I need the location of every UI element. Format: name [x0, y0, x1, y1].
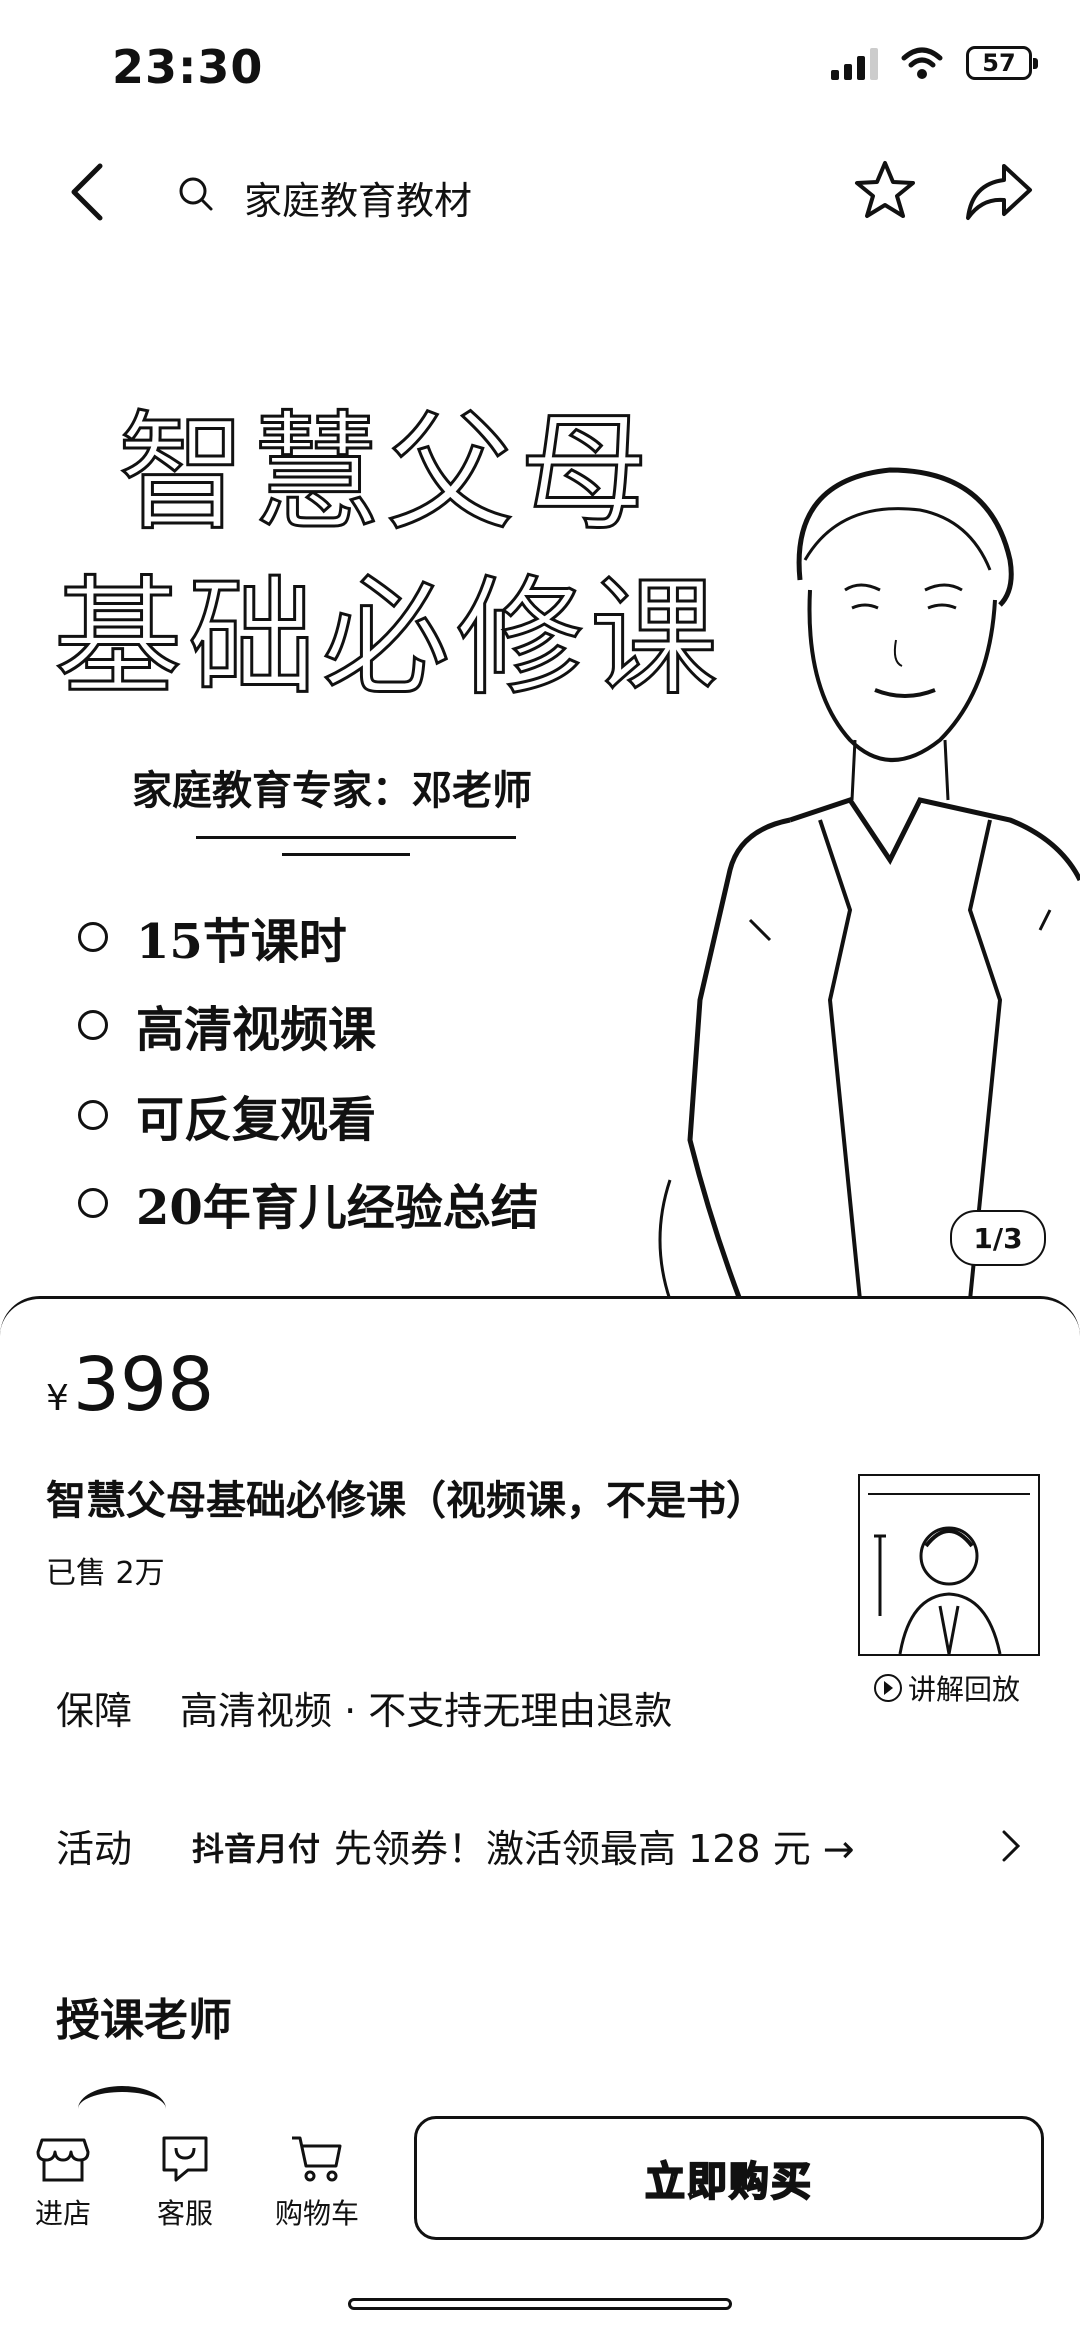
home-indicator[interactable] — [348, 2298, 732, 2310]
store-icon — [36, 2138, 90, 2182]
feature-item: 15节课时 — [78, 902, 347, 972]
back-icon[interactable] — [64, 162, 112, 222]
signal-icon — [831, 46, 878, 80]
buy-now-button[interactable]: 立即购买 — [414, 2116, 1044, 2240]
hero-banner[interactable]: 智慧父母 基础必修课 家庭教育专家：邓老师 15节课时 高清视频课 可反复观看 … — [0, 290, 1080, 1300]
tab-cart[interactable]: 购物车 — [262, 2134, 372, 2232]
image-pager: 1/3 — [950, 1210, 1046, 1266]
bullet-icon — [78, 1188, 108, 1218]
play-circle-icon — [874, 1674, 902, 1702]
wifi-icon — [901, 47, 943, 79]
cart-icon — [292, 2136, 342, 2182]
tab-service[interactable]: 客服 — [130, 2134, 240, 2232]
replay-thumbnail[interactable] — [858, 1474, 1040, 1656]
sold-count: 已售 2万 — [46, 1556, 165, 1591]
thumbnail-image — [868, 1493, 1030, 1654]
bullet-icon — [78, 922, 108, 952]
status-icons: 57 — [831, 46, 1038, 80]
bullet-icon — [78, 1100, 108, 1130]
pay-brand[interactable]: 抖音月付 — [192, 1824, 320, 1870]
price: ¥398 — [46, 1342, 215, 1428]
status-time: 23:30 — [112, 40, 264, 94]
chevron-right-icon[interactable] — [998, 1826, 1024, 1866]
expert-subtitle: 家庭教育专家：邓老师 — [132, 768, 532, 814]
search-input[interactable]: 家庭教育教材 — [244, 170, 472, 225]
battery-icon: 57 — [966, 46, 1038, 80]
activity-promo[interactable]: 先领券！激活领最高 128 元 → — [334, 1818, 855, 1873]
feature-item: 可反复观看 — [78, 1080, 376, 1150]
tab-store[interactable]: 进店 — [8, 2134, 118, 2232]
guarantee-label: 保障 — [56, 1689, 133, 1733]
divider — [282, 853, 410, 856]
activity-label: 活动 — [56, 1827, 133, 1871]
replay-link[interactable]: 讲解回放 — [874, 1668, 1020, 1708]
product-title: 智慧父母基础必修课（视频课，不是书） — [46, 1478, 766, 1524]
teacher-portrait — [658, 467, 1080, 1300]
feature-item: 20年育儿经验总结 — [78, 1168, 539, 1238]
guarantee-text: 高清视频 · 不支持无理由退款 — [180, 1689, 673, 1733]
hero-title-line1: 智慧父母 — [116, 399, 655, 548]
chat-icon — [162, 2136, 208, 2182]
bullet-icon — [78, 1010, 108, 1040]
divider — [196, 836, 516, 839]
feature-item: 高清视频课 — [78, 990, 376, 1060]
favorite-star-icon[interactable] — [852, 158, 918, 224]
teacher-section-title: 授课老师 — [56, 1995, 232, 2046]
share-icon[interactable] — [964, 160, 1034, 224]
search-icon[interactable] — [176, 174, 216, 214]
